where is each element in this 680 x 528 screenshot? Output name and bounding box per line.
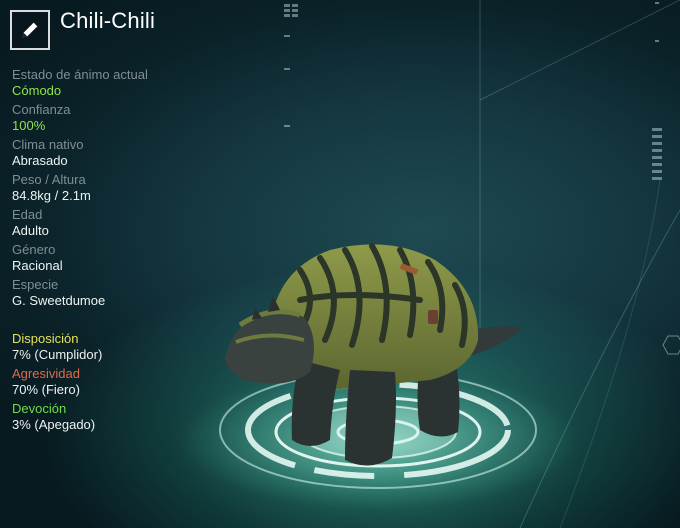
stat-label: Género	[12, 242, 56, 257]
stat-label: Especie	[12, 277, 59, 292]
hexagon-marker	[662, 335, 680, 355]
trait-label: Disposición	[12, 331, 79, 346]
temperament-traits: Disposición 7% (Cumplidor) Agresividad 7…	[12, 331, 232, 433]
creature-info-panel: Estado de ánimo actual Cómodo Confianza …	[12, 67, 232, 436]
stat-mood: Estado de ánimo actual Cómodo	[12, 67, 232, 99]
stat-value: Racional	[12, 258, 63, 273]
trait-aggression: Agresividad 70% (Fiero)	[12, 366, 232, 398]
trait-label: Devoción	[12, 401, 67, 416]
stat-climate: Clima nativo Abrasado	[12, 137, 232, 169]
creature-name-bar: Chili-Chili	[10, 8, 156, 50]
stat-age: Edad Adulto	[12, 207, 232, 239]
trait-devotion: Devoción 3% (Apegado)	[12, 401, 232, 433]
stat-label: Estado de ánimo actual	[12, 67, 148, 82]
trait-value: 70% (Fiero)	[12, 382, 80, 397]
stat-species: Especie G. Sweetdumoe	[12, 277, 232, 309]
creature-name: Chili-Chili	[60, 8, 156, 33]
stat-value: Cómodo	[12, 83, 62, 98]
pencil-icon	[22, 22, 38, 38]
stat-label: Edad	[12, 207, 43, 222]
stat-value: Adulto	[12, 223, 49, 238]
stat-value: 100%	[12, 118, 46, 133]
stat-weight-height: Peso / Altura 84.8kg / 2.1m	[12, 172, 232, 204]
stat-value: Abrasado	[12, 153, 68, 168]
stat-trust: Confianza 100%	[12, 102, 232, 134]
stat-label: Confianza	[12, 102, 71, 117]
creature-info-screen: Chili-Chili Estado de ánimo actual Cómod…	[0, 0, 680, 528]
trait-value: 3% (Apegado)	[12, 417, 96, 432]
trait-value: 7% (Cumplidor)	[12, 347, 103, 362]
trait-label: Agresividad	[12, 366, 80, 381]
hud-markers	[284, 2, 662, 180]
rename-button[interactable]	[10, 10, 50, 50]
stat-label: Peso / Altura	[12, 172, 86, 187]
trait-disposition: Disposición 7% (Cumplidor)	[12, 331, 232, 363]
stat-value: 84.8kg / 2.1m	[12, 188, 91, 203]
stat-label: Clima nativo	[12, 137, 84, 152]
stat-value: G. Sweetdumoe	[12, 293, 106, 308]
stat-gender: Género Racional	[12, 242, 232, 274]
